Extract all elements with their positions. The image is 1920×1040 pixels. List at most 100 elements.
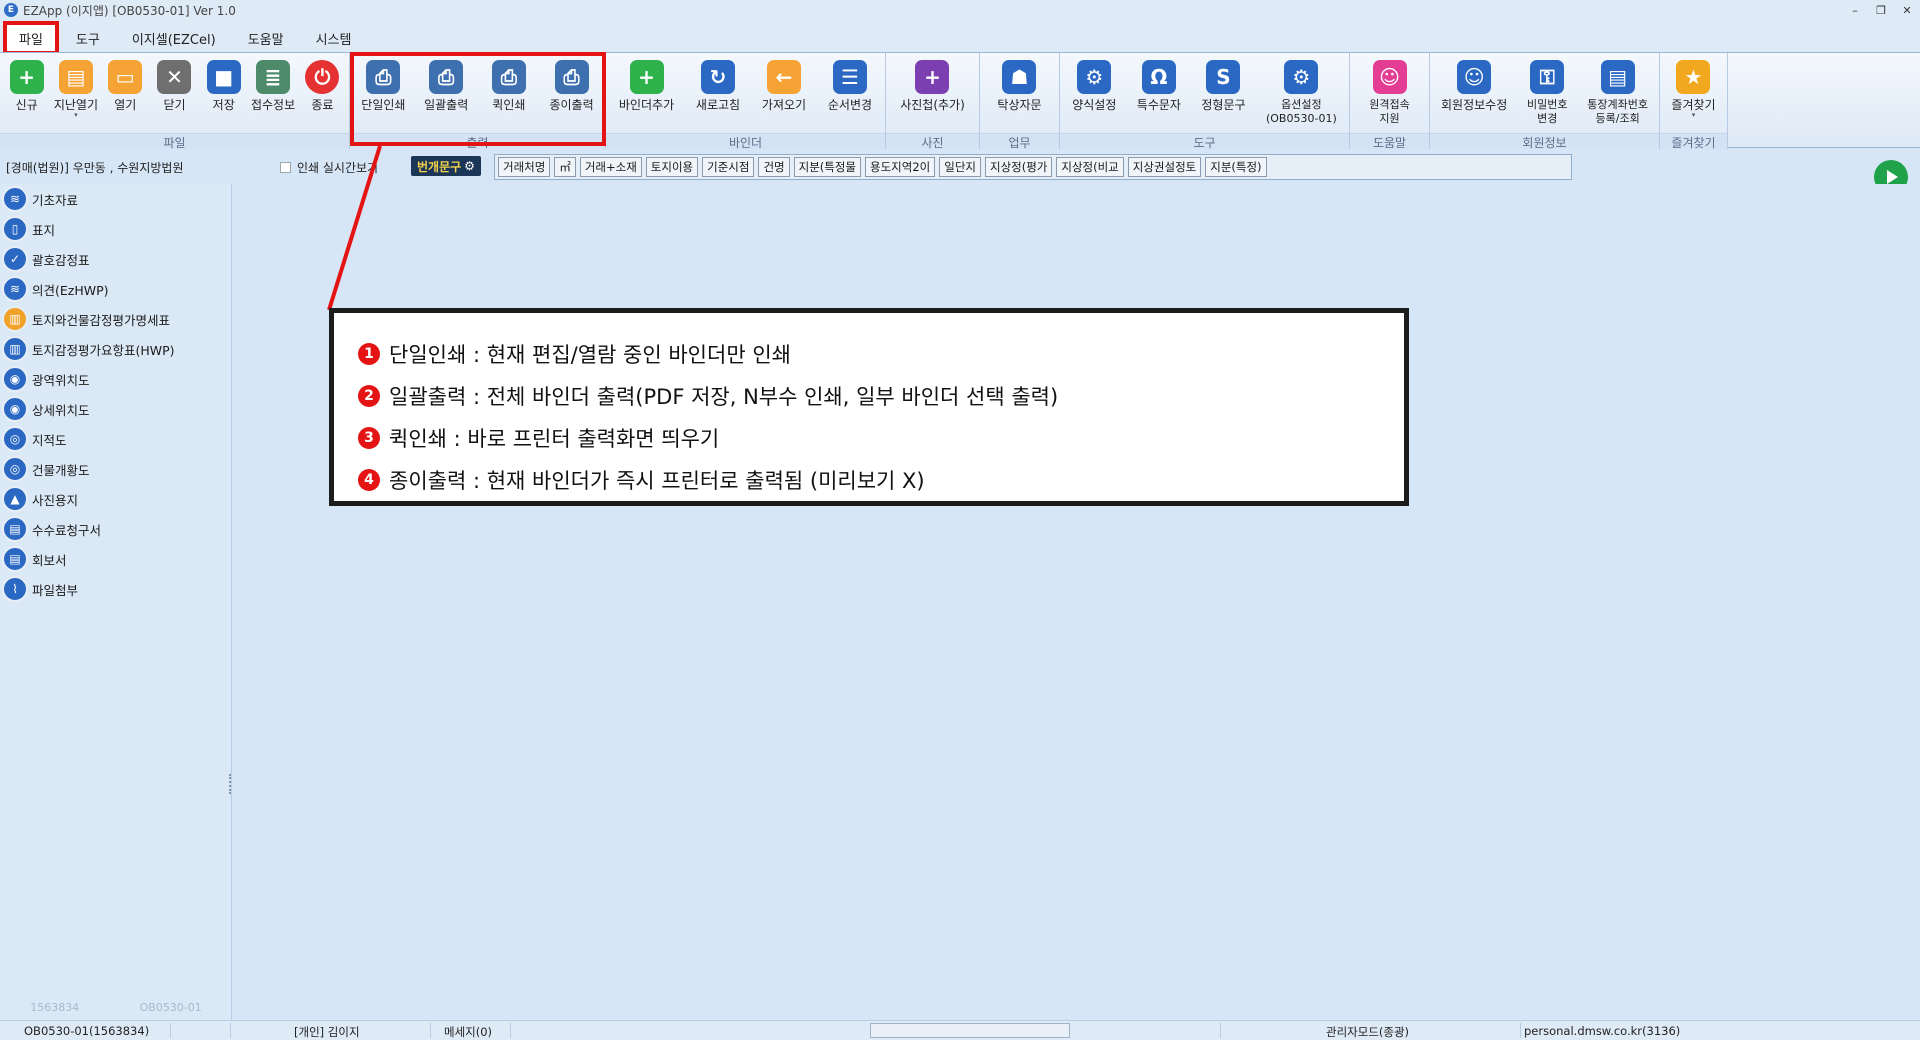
ribbon-group-label: 파일 (0, 133, 349, 150)
status-mode: 관리자모드(종광) (1326, 1025, 1410, 1039)
sidebar-item[interactable]: ▯ 표지 (0, 214, 231, 244)
phrase-strip: 거래처명 ㎡ 거래+소재 토지이용 기준시점 건명 지분(특정물 용도지역2이 일단지 지상정(평… (494, 154, 1572, 180)
status-divider (230, 1023, 231, 1038)
phrase-button[interactable]: 거래+소재 (579, 157, 642, 177)
sidebar-item[interactable]: ◉ 광역위치도 (0, 364, 231, 394)
remote-support-icon: ☺ (1372, 60, 1407, 94)
phrase-button[interactable]: 지상정(비교 (1056, 157, 1124, 177)
gear-icon: ⚙ (464, 159, 475, 173)
sidebar-item[interactable]: ◎ 지적도 (0, 424, 231, 454)
sidebar-item[interactable]: ▥ 토지감정평가요항표(HWP) (0, 334, 231, 364)
dropdown-caret-icon[interactable]: ▾ (1692, 112, 1696, 119)
realtime-checkbox[interactable] (280, 162, 291, 173)
map-book-icon: ▥ (2, 336, 28, 362)
sidebar-item-label: 광역위치도 (32, 372, 90, 388)
sidebar-item[interactable]: ▤ 회보서 (0, 544, 231, 574)
ribbon-button-label: 양식설정 (1072, 98, 1117, 112)
phrase-button[interactable]: 건명 (758, 157, 790, 177)
callout-text: 퀵인쇄 : 바로 프린터 출력화면 띄우기 (389, 427, 720, 451)
ribbon-group-label: 즐겨찾기 (1660, 133, 1727, 150)
sidebar-item[interactable]: ≋ 기초자료 (0, 184, 231, 214)
phrase-button[interactable]: 기준시점 (702, 157, 755, 177)
tab-system[interactable]: 시스템 (304, 24, 364, 52)
ribbon-button-label: 원격접속 지원 (1369, 98, 1410, 125)
ribbon-button-label: 순서변경 (827, 98, 873, 112)
phrase-button[interactable]: 토지이용 (645, 157, 699, 177)
status-session: OB0530-01(1563834) (24, 1024, 150, 1038)
callout-text: 단일인쇄 : 현재 편집/열람 중인 바인더만 인쇄 (389, 343, 791, 367)
phrase-button[interactable]: 지분(특정) (1205, 157, 1267, 177)
number-badge: 1 (358, 343, 380, 365)
sidebar-item-label: 기초자료 (32, 192, 79, 208)
status-divider (430, 1023, 431, 1038)
callout-item: 3 퀵인쇄 : 바로 프린터 출력화면 띄우기 (358, 417, 1404, 459)
sidebar-footer-id: 1563834 (30, 1001, 80, 1014)
phrase-button[interactable]: 지분(특정물 (793, 157, 862, 177)
special-char-icon: Ω (1141, 60, 1176, 94)
tab-file[interactable]: 파일 (3, 21, 59, 55)
sidebar-item[interactable]: ▥ 토지와건물감정평가명세표 (0, 304, 231, 334)
sidebar-item[interactable]: ◉ 상세위치도 (0, 394, 231, 424)
phrase-button[interactable]: ㎡ (554, 157, 576, 177)
ribbon-group-label: 도움말 (1350, 133, 1429, 150)
ribbon-group-label: 업무 (980, 133, 1059, 150)
sidebar-item[interactable]: ▤ 수수료청구서 (0, 514, 231, 544)
ribbon-group-label: 바인더 (606, 133, 885, 150)
number-badge: 3 (358, 427, 380, 449)
sidebar-item[interactable]: ≋ 의견(EzHWP) (0, 274, 231, 304)
callout-box: 1 단일인쇄 : 현재 편집/열람 중인 바인더만 인쇄 2 일괄출력 : 전체… (329, 308, 1409, 506)
tab-help[interactable]: 도움말 (236, 24, 296, 52)
sidebar-item-label: 사진용지 (32, 492, 79, 508)
print-paper-icon: ⎙ (554, 60, 589, 94)
sidebar-item-label: 파일첨부 (32, 582, 79, 598)
realtime-print-toggle[interactable]: 인쇄 실시간보기 (280, 159, 378, 176)
phrase-button[interactable]: 거래처명 (498, 157, 551, 177)
paperclip-icon: ⌇ (2, 576, 28, 602)
ribbon-button-label: 옵션설정 (OB0530-01) (1265, 98, 1337, 125)
ribbon-button-label: 정형문구 (1201, 98, 1246, 112)
status-divider (1520, 1023, 1521, 1038)
app-logo-icon: E (4, 3, 18, 17)
number-badge: 4 (358, 469, 380, 491)
phrase-button[interactable]: 지상권설정토 (1127, 157, 1202, 177)
land-building-icon: ▥ (2, 306, 28, 332)
sidebar-item-label: 지적도 (32, 432, 67, 448)
status-divider (170, 1023, 171, 1038)
splitter-handle[interactable] (229, 774, 232, 794)
restore-button[interactable]: ❐ (1868, 0, 1894, 20)
sidebar-item[interactable]: ⌇ 파일첨부 (0, 574, 231, 604)
bank-account-icon: ▤ (1600, 60, 1635, 94)
invoice-icon: ▤ (2, 516, 28, 542)
phrase-button[interactable]: 일단지 (939, 157, 981, 177)
tab-tools[interactable]: 도구 (64, 24, 112, 52)
print-all-icon: ⎙ (429, 60, 464, 94)
ribbon-button-label: 단일인쇄 (361, 98, 406, 112)
sidebar-item[interactable]: ✓ 괄호감정표 (0, 244, 231, 274)
cover-icon: ▯ (2, 216, 28, 242)
ribbon-button-label: 지난열기 (53, 98, 99, 112)
status-messages[interactable]: 메세지(0) (444, 1024, 492, 1040)
ribbon-button-label: 바인더추가 (618, 98, 675, 112)
sidebar-item[interactable]: ◎ 건물개황도 (0, 454, 231, 484)
callout-item: 4 종이출력 : 현재 바인더가 즉시 프린터로 출력됨 (미리보기 X) (358, 459, 1404, 501)
phrase-button[interactable]: 지상정(평가 (984, 157, 1053, 177)
refresh-icon: ↻ (701, 60, 735, 94)
star-icon: ★ (1676, 60, 1711, 94)
sidebar-item-label: 상세위치도 (32, 402, 90, 418)
opinion-icon: ≋ (2, 276, 28, 302)
ribbon-button-label: 사진첩(추가) (900, 98, 965, 112)
close-window-button[interactable]: ✕ (1894, 0, 1920, 20)
quick-phrase-button[interactable]: 번개문구 ⚙ (411, 156, 481, 176)
sub-toolbar: [경매(법원)] 우만동 , 수원지방법원 인쇄 실시간보기 번개문구 ⚙ 거래… (0, 150, 1920, 194)
sidebar-item[interactable]: ▲ 사진용지 (0, 484, 231, 514)
import-icon: ← (766, 60, 801, 94)
status-divider (510, 1023, 511, 1038)
dropdown-caret-icon[interactable]: ▾ (74, 112, 78, 119)
location-detail-icon: ◉ (2, 396, 28, 422)
status-progress-bar (870, 1023, 1070, 1038)
folder-history-icon: ▤ (58, 60, 93, 94)
phrase-button[interactable]: 용도지역2이 (865, 157, 936, 177)
callout-text: 종이출력 : 현재 바인더가 즉시 프린터로 출력됨 (미리보기 X) (389, 469, 925, 493)
tab-ezcel[interactable]: 이지셀(EZCel) (120, 24, 228, 52)
minimize-button[interactable]: – (1842, 0, 1868, 20)
